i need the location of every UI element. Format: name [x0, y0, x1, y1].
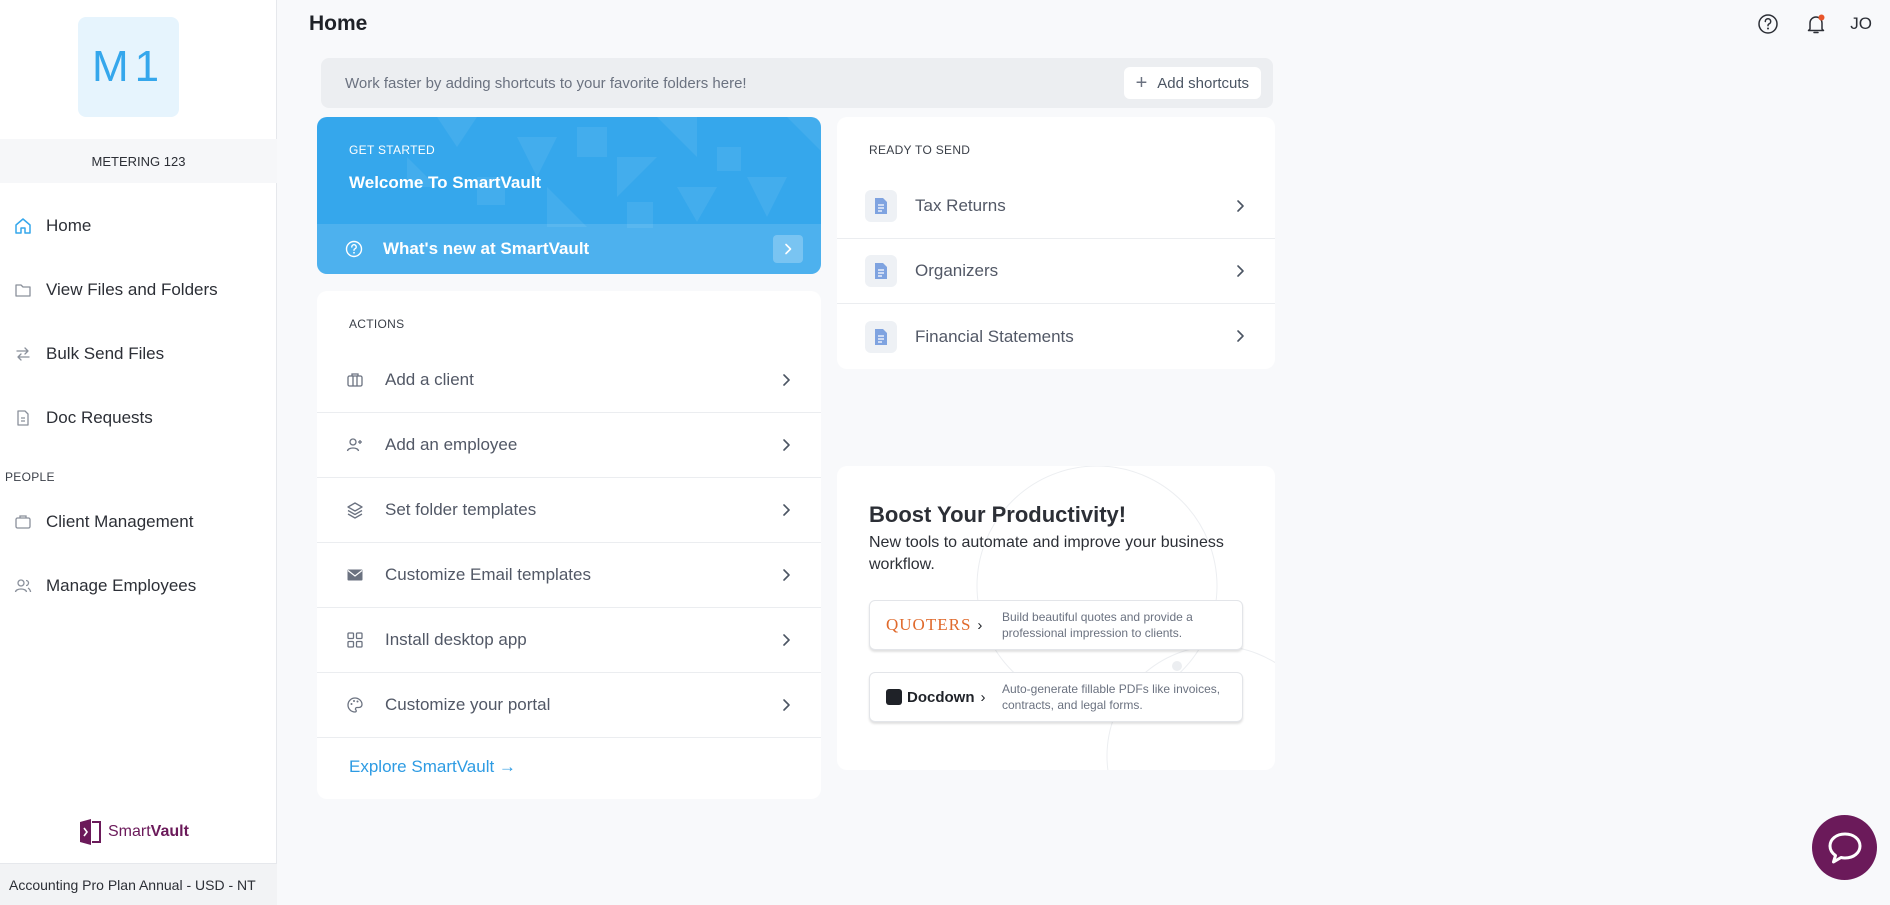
ready-item-financial-statements[interactable]: Financial Statements	[837, 304, 1275, 369]
chevron-right-icon	[1237, 200, 1244, 212]
sidebar-item-manage-employees[interactable]: Manage Employees	[0, 566, 277, 606]
help-icon[interactable]	[1756, 12, 1780, 36]
docdown-description: Auto-generate fillable PDFs like invoice…	[1002, 682, 1221, 712]
document-icon	[865, 255, 897, 287]
plan-label: Accounting Pro Plan Annual - USD - NT	[0, 863, 277, 905]
ready-item-tax-returns[interactable]: Tax Returns	[837, 174, 1275, 239]
explore-smartvault-link[interactable]: Explore SmartVault →	[349, 757, 516, 777]
sidebar-item-label: Bulk Send Files	[46, 344, 165, 363]
chevron-right-icon	[783, 439, 790, 451]
users-icon	[14, 577, 32, 595]
quoters-promo[interactable]: QUOTERS › Build beautiful quotes and pro…	[869, 600, 1243, 650]
sidebar: M1 METERING 123 Home View Files and Fold…	[0, 0, 277, 905]
action-label: Add a client	[385, 370, 474, 389]
sidebar-item-client-management[interactable]: Client Management	[0, 502, 277, 542]
help-circle-icon	[345, 240, 363, 258]
add-shortcuts-button[interactable]: + Add shortcuts	[1123, 67, 1261, 99]
boost-title: Boost Your Productivity!	[869, 502, 1127, 527]
action-set-folder-templates[interactable]: Set folder templates	[317, 478, 821, 543]
shortcuts-hint: Work faster by adding shortcuts to your …	[345, 74, 747, 92]
org-name: METERING 123	[0, 139, 277, 183]
get-started-card: GET STARTED Welcome To SmartVault What's…	[317, 117, 821, 274]
notification-bell-icon[interactable]	[1804, 12, 1828, 36]
chevron-right-icon	[1237, 265, 1244, 277]
docdown-logo: Docdown ›	[870, 689, 1002, 706]
get-started-title: Welcome To SmartVault	[349, 173, 542, 192]
docdown-promo[interactable]: Docdown › Auto-generate fillable PDFs li…	[869, 672, 1243, 722]
transfer-icon	[14, 345, 32, 363]
action-label: Set folder templates	[385, 500, 537, 519]
sidebar-item-doc-requests[interactable]: Doc Requests	[0, 398, 277, 438]
sidebar-item-bulk-send[interactable]: Bulk Send Files	[0, 334, 277, 374]
sidebar-item-label: Client Management	[46, 512, 194, 531]
briefcase-icon	[14, 513, 32, 531]
grid-icon	[345, 630, 365, 650]
docdown-logo-icon	[886, 689, 902, 705]
whats-new-link[interactable]: What's new at SmartVault	[317, 224, 821, 274]
shortcuts-bar: Work faster by adding shortcuts to your …	[321, 58, 1273, 108]
action-label: Customize your portal	[385, 695, 551, 714]
actions-eyebrow: ACTIONS	[349, 317, 405, 331]
action-add-employee[interactable]: Add an employee	[317, 413, 821, 478]
sidebar-item-label: Manage Employees	[46, 576, 197, 595]
chevron-right-icon	[1237, 330, 1244, 342]
smartvault-logo-icon	[80, 819, 101, 845]
action-install-desktop-app[interactable]: Install desktop app	[317, 608, 821, 673]
chevron-right-icon	[783, 634, 790, 646]
header-actions: JO	[1732, 12, 1872, 36]
add-user-icon	[345, 435, 365, 455]
add-shortcuts-label: Add shortcuts	[1157, 74, 1249, 92]
sidebar-item-label: Doc Requests	[46, 408, 153, 427]
chat-bubble-icon	[1828, 832, 1861, 863]
plus-icon: +	[1135, 72, 1148, 94]
document-icon	[865, 320, 897, 353]
document-icon	[14, 409, 32, 427]
whats-new-label: What's new at SmartVault	[383, 239, 590, 258]
chevron-right-icon	[783, 504, 790, 516]
ready-to-send-eyebrow: READY TO SEND	[869, 143, 971, 157]
ready-item-label: Tax Returns	[915, 196, 1006, 215]
palette-icon	[345, 695, 365, 715]
user-avatar[interactable]: JO	[1850, 14, 1872, 34]
org-avatar[interactable]: M1	[78, 17, 179, 117]
quoters-description: Build beautiful quotes and provide a pro…	[1002, 610, 1193, 640]
action-customize-email[interactable]: Customize Email templates	[317, 543, 821, 608]
boost-subtitle: New tools to automate and improve your b…	[869, 534, 1224, 573]
chevron-right-icon[interactable]	[773, 235, 803, 263]
page-title: Home	[309, 12, 368, 35]
quoters-logo: QUOTERS ›	[886, 615, 983, 634]
home-icon	[14, 217, 32, 235]
chevron-right-icon	[783, 374, 790, 386]
chat-button[interactable]	[1812, 815, 1877, 880]
action-add-client[interactable]: Add a client	[317, 348, 821, 413]
action-label: Install desktop app	[385, 630, 527, 649]
layers-icon	[345, 500, 365, 520]
people-section-label: PEOPLE	[5, 470, 55, 484]
chevron-right-icon	[783, 569, 790, 581]
get-started-eyebrow: GET STARTED	[349, 143, 435, 157]
sidebar-item-view-files[interactable]: View Files and Folders	[0, 270, 277, 310]
action-label: Customize Email templates	[385, 565, 591, 584]
ready-item-label: Financial Statements	[915, 326, 1074, 346]
chevron-right-icon: ›	[980, 688, 986, 706]
document-icon	[865, 190, 897, 222]
actions-card: ACTIONS Add a client Add an employee Set…	[317, 291, 821, 799]
ready-to-send-card: READY TO SEND Tax Returns Organizers Fin…	[837, 117, 1275, 369]
boost-productivity-card: Boost Your Productivity! New tools to au…	[837, 466, 1275, 770]
sidebar-item-home[interactable]: Home	[0, 206, 277, 246]
brand-name: SmartVault	[108, 823, 189, 840]
action-customize-portal[interactable]: Customize your portal	[317, 673, 821, 738]
sidebar-item-label: Home	[46, 216, 92, 235]
ready-item-label: Organizers	[915, 261, 999, 280]
briefcase-icon	[345, 370, 365, 390]
chevron-right-icon	[783, 699, 790, 711]
chevron-right-icon: ›	[977, 616, 983, 634]
folder-icon	[14, 281, 32, 299]
action-label: Add an employee	[385, 435, 518, 454]
sidebar-item-label: View Files and Folders	[46, 280, 218, 299]
ready-item-organizers[interactable]: Organizers	[837, 239, 1275, 304]
smartvault-logo: SmartVault	[78, 818, 189, 846]
mail-icon	[345, 565, 365, 585]
